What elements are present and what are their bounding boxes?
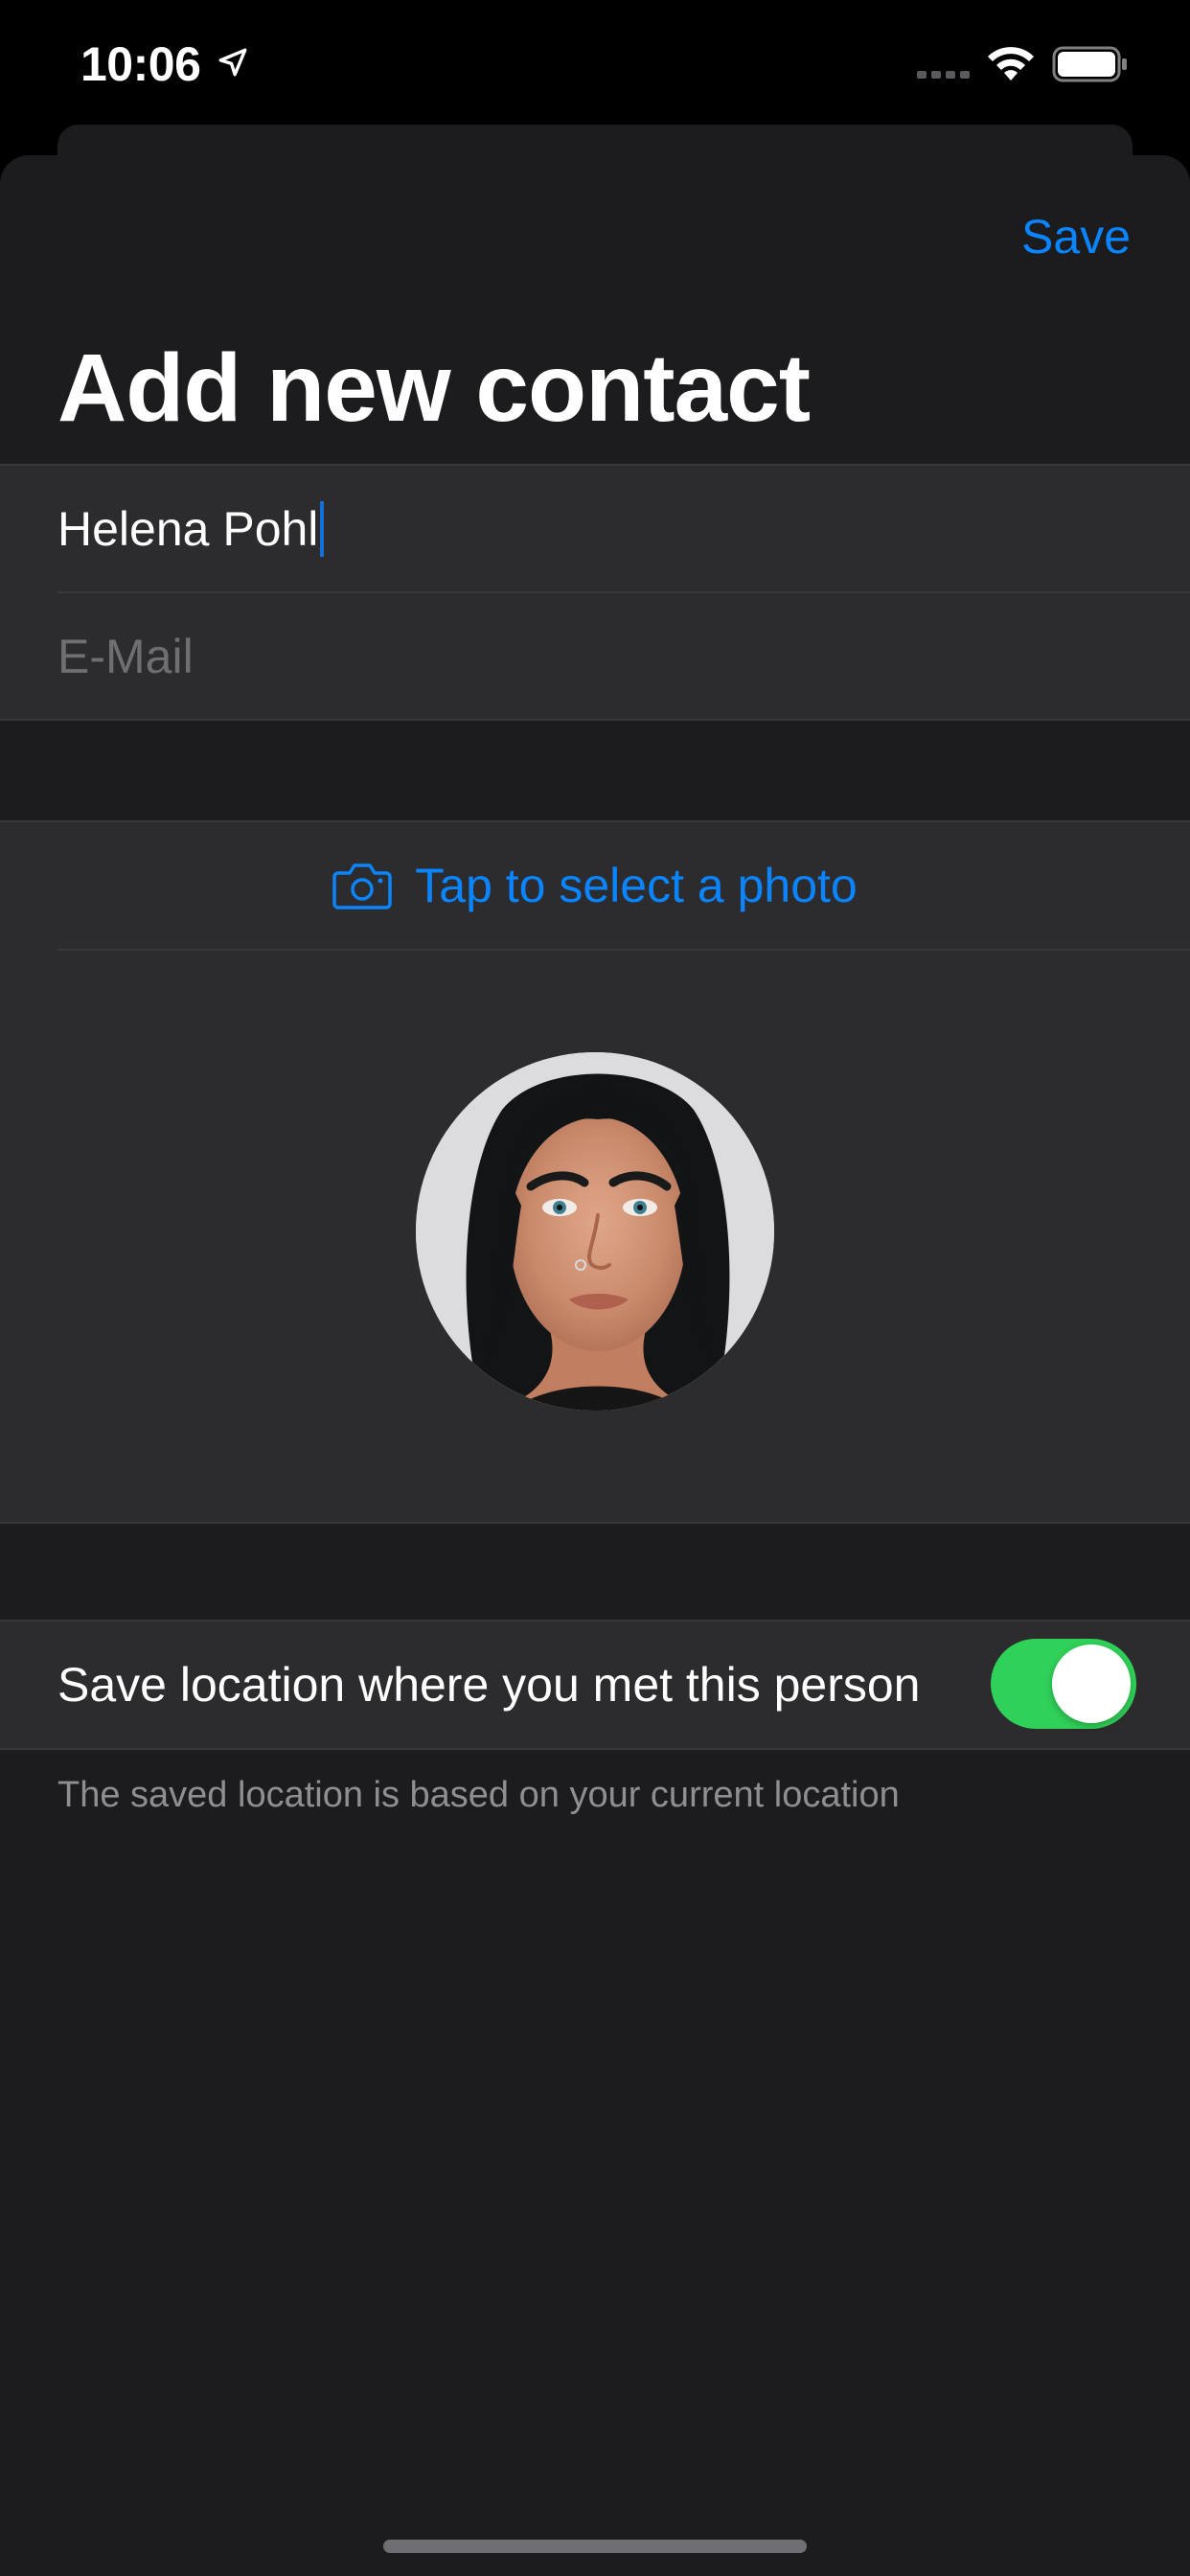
email-row[interactable]: E-Mail xyxy=(57,593,1190,720)
select-photo-label: Tap to select a photo xyxy=(415,859,858,912)
home-indicator[interactable] xyxy=(383,2540,807,2553)
wifi-icon xyxy=(988,47,1034,80)
location-section: Save location where you met this person xyxy=(0,1620,1190,1750)
select-photo-button[interactable]: Tap to select a photo xyxy=(0,822,1190,949)
battery-icon xyxy=(1052,46,1127,82)
save-button[interactable]: Save xyxy=(1021,209,1131,264)
photo-section: Tap to select a photo xyxy=(0,820,1190,1524)
name-field[interactable]: Helena Pohl xyxy=(57,501,325,557)
contact-photo xyxy=(416,1052,774,1411)
email-field[interactable]: E-Mail xyxy=(57,629,194,684)
name-row[interactable]: Helena Pohl xyxy=(57,466,1190,592)
save-location-label: Save location where you met this person xyxy=(57,1658,921,1712)
text-cursor xyxy=(320,501,325,557)
location-footer-note: The saved location is based on your curr… xyxy=(57,1775,900,1815)
save-location-toggle[interactable] xyxy=(991,1639,1136,1729)
location-arrow-icon xyxy=(218,48,247,77)
row-separator xyxy=(57,949,1190,951)
contact-form-section: Helena Pohl E-Mail xyxy=(0,464,1190,721)
toggle-knob xyxy=(1052,1644,1131,1723)
page-title: Add new contact xyxy=(57,334,811,442)
status-bar: 10:06 xyxy=(0,0,1190,125)
add-contact-sheet: Save Add new contact Helena Pohl E-Mail … xyxy=(0,155,1190,2576)
cellular-signal-icon xyxy=(917,71,970,79)
name-field-value: Helena Pohl xyxy=(57,502,319,556)
camera-icon xyxy=(332,863,393,909)
portrait-image xyxy=(416,1052,774,1411)
status-time: 10:06 xyxy=(80,37,201,91)
